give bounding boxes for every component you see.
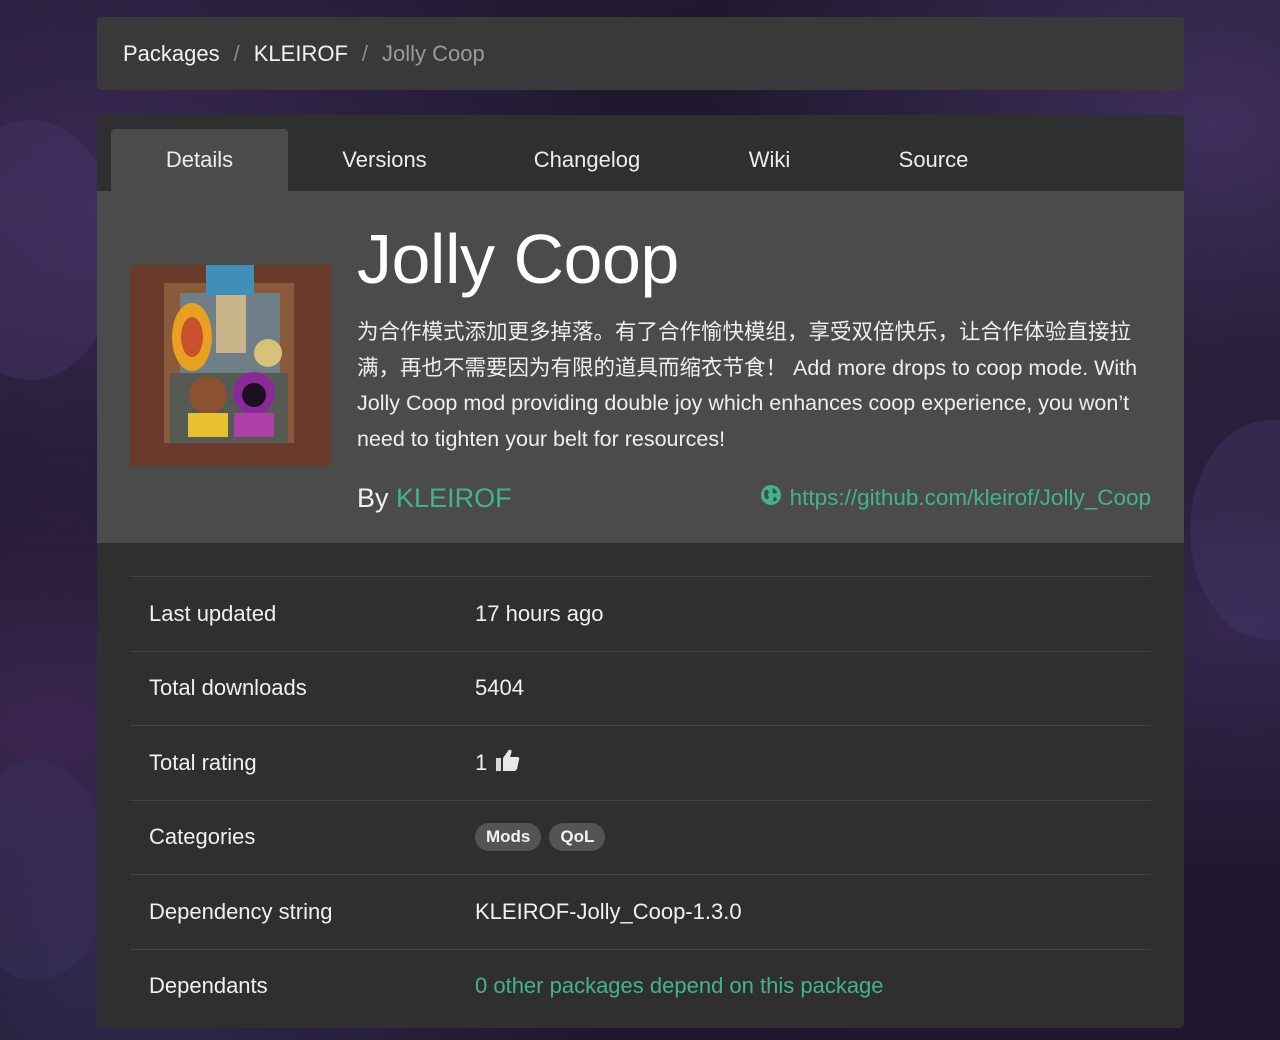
rating-label: Total rating [149, 749, 257, 775]
categories-label: Categories [149, 824, 256, 850]
website-link[interactable]: https://github.com/kleirof/Jolly_Coop [760, 484, 1151, 512]
table-row: Last updated 17 hours ago [130, 576, 1151, 651]
breadcrumb-separator: / [361, 40, 369, 66]
package-title: Jolly Coop [357, 220, 679, 298]
rating-count: 1 [475, 749, 488, 775]
thumbs-up-icon[interactable] [495, 748, 521, 778]
author-link[interactable]: KLEIROF [396, 483, 512, 513]
globe-icon [760, 484, 782, 512]
tab-changelog[interactable]: Changelog [481, 129, 693, 191]
table-row: Dependants 0 other packages depend on th… [130, 948, 1151, 1024]
dependants-label: Dependants [149, 973, 268, 999]
tab-wiki[interactable]: Wiki [693, 129, 846, 191]
website-url: https://github.com/kleirof/Jolly_Coop [789, 485, 1151, 510]
dependants-link[interactable]: 0 other packages depend on this package [475, 973, 884, 999]
background-decoration [0, 760, 110, 980]
downloads-value: 5404 [475, 675, 524, 701]
table-row: Total downloads 5404 [130, 650, 1151, 726]
categories-value: Mods QoL [475, 823, 606, 852]
dependency-label: Dependency string [149, 898, 333, 924]
table-row: Total rating 1 [130, 725, 1151, 800]
package-author: By KLEIROF [357, 483, 512, 514]
last-updated-value: 17 hours ago [475, 600, 604, 626]
breadcrumb-packages[interactable]: Packages [123, 41, 220, 67]
tab-bar: Details Versions Changelog Wiki Source [97, 115, 1184, 191]
breadcrumb: Packages / KLEIROF / Jolly Coop [97, 17, 1184, 90]
table-row: Categories Mods QoL [130, 799, 1151, 875]
table-row: Dependency string KLEIROF-Jolly_Coop-1.3… [130, 874, 1151, 949]
rating-value: 1 [475, 748, 521, 778]
tab-source[interactable]: Source [846, 129, 1021, 191]
dependants-value: 0 other packages depend on this package [475, 973, 884, 999]
category-tag[interactable]: Mods [475, 823, 542, 852]
downloads-label: Total downloads [149, 675, 307, 701]
breadcrumb-separator: / [233, 40, 240, 66]
package-header: Jolly Coop 为合作模式添加更多掉落。有了合作愉快模组，享受双倍快乐，让… [97, 191, 1184, 543]
author-prefix: By [357, 483, 389, 513]
details-table: Last updated 17 hours ago Total download… [97, 543, 1184, 1023]
package-description: 为合作模式添加更多掉落。有了合作愉快模组，享受双倍快乐，让合作体验直接拉满，再也… [357, 320, 1138, 451]
last-updated-label: Last updated [149, 600, 277, 626]
background-decoration [1190, 420, 1280, 640]
tab-details[interactable]: Details [111, 129, 288, 191]
breadcrumb-current: Jolly Coop [382, 40, 485, 66]
package-card: Details Versions Changelog Wiki Source J… [97, 115, 1184, 1028]
breadcrumb-owner[interactable]: KLEIROF [254, 41, 348, 67]
dependency-string[interactable]: KLEIROF-Jolly_Coop-1.3.0 [475, 899, 742, 925]
category-tag[interactable]: QoL [549, 823, 606, 852]
tab-versions[interactable]: Versions [288, 129, 481, 191]
package-icon [130, 265, 331, 466]
